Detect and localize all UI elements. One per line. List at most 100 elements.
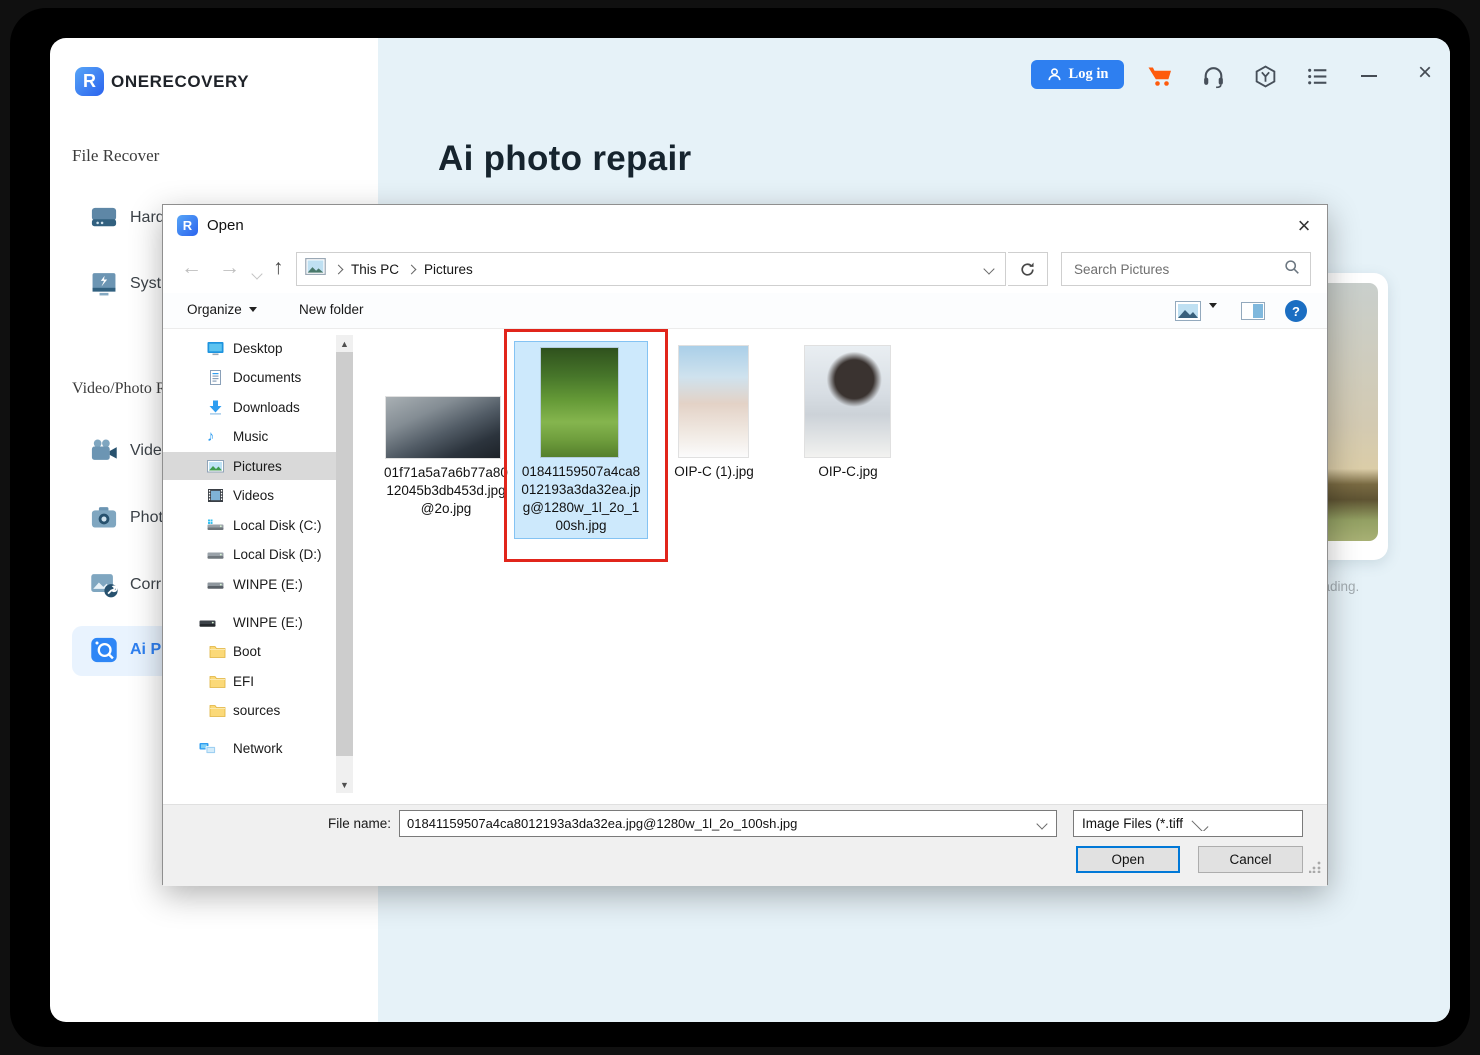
recent-locations-chevron-icon[interactable] [251, 265, 263, 283]
brand-name: ONERECOVERY [111, 72, 250, 91]
download-arrow-icon [207, 400, 224, 415]
login-button[interactable]: Log in [1031, 60, 1124, 89]
scroll-up-button[interactable]: ▲ [336, 335, 353, 352]
view-mode-dropdown[interactable] [1209, 303, 1217, 326]
file-thumbnail [805, 346, 890, 457]
file-name-combobox[interactable] [399, 810, 1057, 837]
file-name-input[interactable] [400, 816, 1038, 831]
search-box[interactable] [1061, 252, 1311, 286]
tree-item-winpe-e[interactable]: WINPE (E:) [163, 570, 336, 598]
file-thumbnail [386, 397, 500, 458]
music-note-icon: ♪ [207, 427, 215, 445]
breadcrumb-this-pc[interactable]: This PC [351, 262, 399, 277]
open-button[interactable]: Open [1076, 846, 1180, 873]
dialog-titlebar[interactable]: R Open × [163, 205, 1327, 247]
dialog-title: Open [207, 217, 244, 234]
cancel-button[interactable]: Cancel [1198, 846, 1303, 873]
scrollbar-thumb[interactable] [336, 352, 353, 756]
search-input[interactable] [1062, 261, 1284, 277]
forward-arrow-icon[interactable]: → [219, 256, 240, 280]
search-icon [1284, 259, 1300, 280]
sidebar-item-label: Vide [130, 442, 162, 459]
pictures-icon [207, 459, 224, 474]
file-tile[interactable]: 01f71a5a7a6b77a8012045b3db453d.jpg@2o.jp… [383, 329, 509, 555]
close-icon: × [1417, 59, 1432, 86]
tree-item-sources[interactable]: sources [163, 696, 336, 724]
open-dialog: R Open × ← → ↑ This PC Pictures Search P… [162, 204, 1328, 886]
resize-grip[interactable] [1309, 861, 1321, 873]
address-dropdown-chevron-icon[interactable] [983, 260, 995, 278]
back-arrow-icon[interactable]: ← [181, 256, 202, 280]
tree-item-local-disk-d[interactable]: Local Disk (D:) [163, 540, 336, 568]
disk-icon [199, 615, 216, 630]
video-camera-icon [88, 437, 120, 465]
brand-logo: R [75, 67, 104, 96]
toolbox-icon[interactable] [1251, 62, 1279, 90]
preview-pane-icon [1241, 302, 1265, 320]
scroll-down-button[interactable]: ▼ [336, 776, 353, 793]
file-type-value: Image Files (*.tiff;*.pjp;*.jfif;*.br [1082, 816, 1184, 831]
system-monitor-icon [88, 270, 120, 298]
minimize-button[interactable] [1355, 62, 1383, 90]
tree-item-documents[interactable]: Documents [163, 363, 336, 391]
desktop-icon [207, 341, 224, 356]
sidebar-item-label: Corr [130, 576, 162, 593]
sidebar-item-label: Ai P [130, 641, 162, 658]
support-headset-icon[interactable] [1199, 62, 1227, 90]
tree-item-network[interactable]: Network [163, 734, 336, 762]
disk-icon [207, 577, 224, 592]
dialog-close-button[interactable]: × [1291, 213, 1317, 239]
file-name: OIP-C (1).jpg [674, 464, 754, 479]
open-button-label: Open [1111, 852, 1145, 867]
refresh-button[interactable] [1008, 252, 1048, 286]
tree-item-local-disk-c[interactable]: Local Disk (C:) [163, 511, 336, 539]
window-frame: R ONERECOVERY Log in × File Recover Hard… [10, 8, 1470, 1047]
breadcrumb-separator-icon [333, 264, 344, 274]
hard-drive-icon [88, 204, 120, 232]
close-window-button[interactable]: × [1411, 59, 1439, 87]
folder-icon [209, 674, 226, 689]
file-thumbnail [679, 346, 748, 457]
tree-scrollbar[interactable]: ▲ ▼ [336, 335, 353, 793]
organize-menu[interactable]: Organize [187, 302, 257, 317]
tree-item-winpe-e-root[interactable]: WINPE (E:) [163, 608, 336, 636]
breadcrumb-separator-icon [406, 264, 417, 274]
app-window: R ONERECOVERY Log in × File Recover Hard… [50, 38, 1450, 1022]
cart-icon[interactable] [1146, 62, 1174, 90]
tree-item-downloads[interactable]: Downloads [163, 393, 336, 421]
combobox-chevron-icon[interactable] [1036, 815, 1048, 833]
tree-item-efi[interactable]: EFI [163, 667, 336, 695]
tree-item-boot[interactable]: Boot [163, 637, 336, 665]
annotation-highlight-box [504, 329, 668, 562]
system-disk-icon [207, 518, 224, 533]
up-arrow-icon[interactable]: ↑ [273, 256, 284, 280]
tree-item-desktop[interactable]: Desktop [163, 334, 336, 362]
tree-item-music[interactable]: ♪ Music [163, 422, 336, 450]
login-label: Log in [1068, 66, 1109, 82]
dialog-footer: File name: Image Files (*.tiff;*.pjp;*.j… [163, 804, 1327, 886]
file-type-select[interactable]: Image Files (*.tiff;*.pjp;*.jfif;*.br [1073, 810, 1303, 837]
view-mode-button[interactable] [1175, 301, 1201, 326]
file-tile[interactable]: OIP-C (1).jpg [664, 341, 764, 511]
menu-list-icon[interactable] [1303, 62, 1331, 90]
photo-camera-icon [88, 504, 120, 532]
sidebar-item-label: Phot [130, 509, 163, 526]
new-folder-button[interactable]: New folder [299, 302, 364, 317]
videos-icon [207, 488, 224, 503]
address-bar[interactable]: This PC Pictures [296, 252, 1006, 286]
tree-item-videos[interactable]: Videos [163, 481, 336, 509]
thumbnail-view-icon [1175, 301, 1201, 321]
folder-icon [209, 644, 226, 659]
sidebar-item-label: Syst [130, 275, 162, 292]
sidebar-item-label: Hard [130, 209, 165, 226]
help-button[interactable]: ? [1285, 300, 1307, 322]
page-title: Ai photo repair [438, 139, 692, 178]
dialog-nav-row: ← → ↑ This PC Pictures [163, 247, 1327, 293]
file-name: OIP-C.jpg [818, 464, 878, 479]
refresh-icon [1021, 262, 1034, 276]
breadcrumb-pictures[interactable]: Pictures [424, 262, 473, 277]
file-tile[interactable]: OIP-C.jpg [798, 341, 898, 511]
sidebar-section-file-recover: File Recover [72, 146, 160, 165]
tree-item-pictures[interactable]: Pictures [163, 452, 336, 480]
preview-pane-button[interactable] [1241, 302, 1265, 325]
